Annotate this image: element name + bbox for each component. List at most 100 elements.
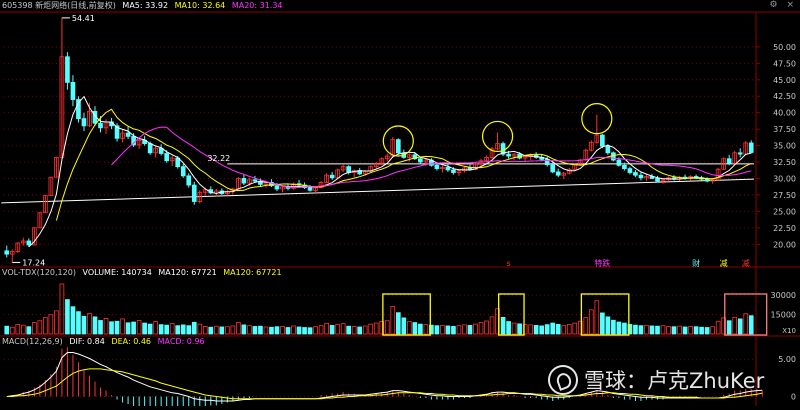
volume-bar — [451, 326, 456, 335]
high-price-label: 54.41 — [72, 14, 95, 23]
watermark: 雪球：卢克ZhuKer — [548, 365, 764, 395]
candle-body — [252, 179, 258, 182]
volume-bar — [169, 323, 175, 335]
volume-bar — [743, 313, 749, 335]
volume-bar — [307, 327, 313, 335]
close-icon[interactable]: × — [786, 0, 794, 10]
macd-tick-label: 0 — [791, 393, 796, 402]
volume-bar — [384, 320, 390, 335]
candle-body — [395, 139, 401, 154]
volume-bar — [467, 325, 473, 335]
volume-bar — [445, 325, 451, 335]
volume-bar — [588, 309, 594, 335]
volume-scale-label: X10 — [782, 327, 796, 335]
volume-bar — [390, 306, 396, 335]
volume-bar — [65, 299, 70, 335]
volume-bar — [197, 323, 203, 335]
volume-bar — [677, 325, 682, 335]
candle-body — [26, 240, 32, 246]
candle-body — [346, 166, 351, 173]
price-tick-label: 20.00 — [773, 240, 796, 249]
ma-line-ma10 — [55, 108, 752, 221]
candle-body — [70, 82, 76, 100]
volume-panel-header: VOL-TDX(120,120) VOLUME: 140734 MA120: 6… — [2, 267, 286, 279]
volume-bar — [114, 320, 120, 335]
volume-bar — [340, 323, 346, 335]
volume-bar — [302, 327, 307, 335]
candle-body — [4, 250, 10, 255]
volume-bar — [280, 326, 285, 335]
volume-bar — [313, 326, 318, 335]
volume-bar — [263, 326, 269, 335]
volume-bar — [704, 327, 710, 335]
ma10-readout: MA10: 32.64 — [174, 1, 226, 10]
volume-tick-label: 15000 — [771, 311, 796, 320]
volume-bar — [682, 326, 688, 335]
volume-bar — [506, 321, 511, 335]
window-buttons: ⚙ × — [764, 0, 795, 12]
volume-bar — [236, 322, 241, 335]
candle-body — [506, 153, 511, 157]
volume-bar — [329, 325, 335, 335]
volume-bar — [688, 326, 693, 335]
candle-body — [748, 142, 754, 153]
macd-dif-readout: DIF: 0.84 — [69, 337, 105, 346]
volume-bar — [616, 321, 622, 335]
volume-bar — [594, 300, 600, 335]
volume-bar — [484, 320, 489, 335]
volume-bar — [213, 325, 219, 335]
volume-bar — [456, 325, 462, 335]
candle-body — [186, 175, 192, 186]
volume-bar — [274, 326, 280, 335]
resistance-label: 32.22 — [207, 154, 230, 163]
volume-bar — [715, 320, 721, 335]
volume-bar — [296, 326, 302, 335]
event-marker: 特跌 — [594, 258, 610, 268]
volume-bar — [186, 325, 192, 335]
candle-body — [125, 132, 131, 137]
stock-chart-window: 20.00 22.50 25.00 27.50 30.00 32.50 35.00 37.50… — [0, 0, 800, 410]
ma-line-ma5 — [28, 95, 752, 248]
stock-title: 605398 新炬网络(日线,前复权) — [2, 1, 116, 10]
event-marker: s — [507, 259, 511, 268]
volume-bar — [544, 324, 550, 335]
volume-bar — [324, 322, 329, 335]
volume-bar — [500, 316, 506, 335]
candle-body — [98, 122, 103, 129]
volume-bar — [407, 321, 412, 335]
candle-body — [627, 168, 633, 173]
volume-bar — [368, 323, 374, 335]
volume-bar — [649, 325, 655, 335]
volume-bar — [561, 325, 567, 335]
volume-bar — [528, 324, 533, 335]
volume-bar — [153, 321, 158, 335]
volume-bar — [219, 326, 225, 335]
candle-body — [241, 178, 247, 184]
candle-body — [418, 158, 423, 163]
settings-icon[interactable]: ⚙ — [770, 0, 778, 10]
candle-body — [81, 118, 87, 127]
volume-bar — [748, 315, 754, 335]
volume-bar — [247, 325, 252, 335]
volume-bar — [208, 326, 214, 335]
candle-body — [550, 164, 556, 173]
volume-bar — [164, 324, 170, 335]
volume-bar — [600, 312, 605, 335]
volume-bar — [726, 320, 732, 335]
volume-indicator-name: VOL-TDX(120,120) — [2, 268, 76, 277]
volume-bar — [555, 323, 561, 335]
volume-bar — [666, 326, 671, 335]
price-tick-label: 22.50 — [773, 224, 796, 233]
volume-bar — [401, 317, 407, 335]
candle-body — [467, 167, 473, 170]
volume-bar — [550, 322, 556, 335]
price-tick-label: 30.00 — [773, 174, 796, 183]
candle-body — [307, 187, 313, 191]
volume-bar — [230, 325, 236, 335]
price-tick-label: 40.00 — [773, 109, 796, 118]
volume-bar — [92, 316, 98, 335]
volume-bar — [70, 306, 76, 335]
price-tick-label: 25.00 — [773, 207, 796, 216]
volume-bar — [225, 326, 230, 335]
event-marker: 减 — [742, 258, 750, 268]
